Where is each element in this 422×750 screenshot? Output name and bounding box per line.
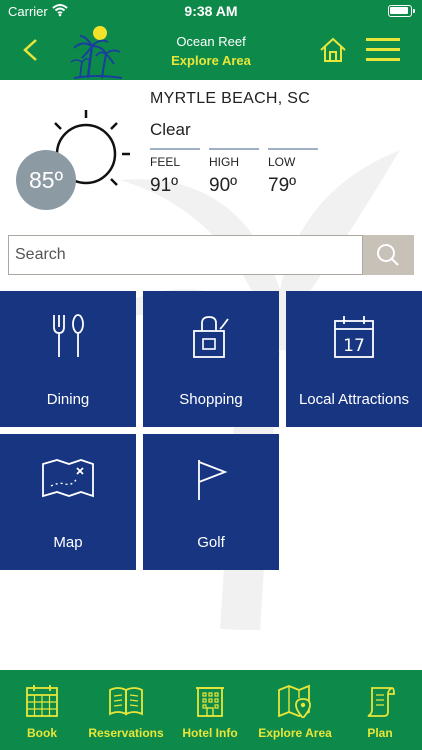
header-subtitle: Ocean Reef bbox=[176, 34, 246, 49]
tile-label: Golf bbox=[197, 534, 225, 551]
home-icon[interactable] bbox=[318, 36, 348, 69]
tile-dining[interactable]: Dining bbox=[0, 291, 136, 427]
tile-map[interactable]: Map bbox=[0, 434, 136, 570]
treasure-map-icon bbox=[0, 456, 136, 507]
tab-label: Book bbox=[27, 726, 57, 740]
tab-book[interactable]: Book bbox=[0, 670, 84, 750]
search-input[interactable] bbox=[9, 236, 362, 274]
fork-knife-icon bbox=[0, 313, 136, 364]
scroll-icon bbox=[338, 684, 422, 723]
calendar-grid-icon bbox=[0, 684, 84, 723]
tile-label: Local Attractions bbox=[298, 391, 410, 408]
feel-value: 91º bbox=[150, 175, 179, 196]
feel-label: FEEL bbox=[150, 155, 181, 169]
bottom-tab-bar: Book Reservations Hotel Info Explore Are… bbox=[0, 670, 422, 750]
tab-reservations[interactable]: Reservations bbox=[84, 670, 168, 750]
nav-bar: Ocean Reef Explore Area bbox=[0, 22, 422, 80]
tile-shopping[interactable]: Shopping bbox=[143, 291, 279, 427]
map-pin-icon bbox=[253, 684, 337, 723]
tile-local-attractions[interactable]: 17 Local Attractions bbox=[286, 291, 422, 427]
back-arrow-icon[interactable] bbox=[18, 36, 42, 69]
open-book-icon bbox=[84, 684, 168, 723]
tab-explore-area[interactable]: Explore Area bbox=[253, 670, 337, 750]
tab-plan[interactable]: Plan bbox=[338, 670, 422, 750]
tab-label: Reservations bbox=[88, 726, 164, 740]
battery-icon bbox=[388, 5, 415, 17]
hotel-building-icon bbox=[168, 684, 252, 723]
low-label: LOW bbox=[268, 155, 296, 169]
low-stat: LOW 79º bbox=[268, 148, 318, 197]
tile-label: Map bbox=[53, 534, 83, 551]
high-stat: HIGH 90º bbox=[209, 148, 259, 197]
current-temperature: 85º bbox=[16, 150, 76, 210]
weather-location: MYRTLE BEACH, SC bbox=[150, 90, 311, 107]
search-field-container bbox=[8, 235, 363, 275]
high-value: 90º bbox=[209, 175, 238, 196]
low-value: 79º bbox=[268, 175, 297, 196]
high-label: HIGH bbox=[209, 155, 239, 169]
shopping-bag-icon bbox=[143, 313, 279, 364]
tile-label: Shopping bbox=[179, 391, 243, 408]
tab-label: Hotel Info bbox=[182, 726, 238, 740]
status-bar: Carrier 9:38 AM bbox=[0, 0, 422, 22]
tile-label: Dining bbox=[46, 391, 90, 408]
tab-label: Plan bbox=[367, 726, 393, 740]
page-title: Explore Area bbox=[171, 53, 251, 68]
feel-stat: FEEL 91º bbox=[150, 148, 200, 197]
tile-golf[interactable]: Golf bbox=[143, 434, 279, 570]
palm-tree-logo bbox=[66, 24, 126, 85]
weather-condition: Clear bbox=[150, 120, 191, 139]
golf-flag-icon bbox=[143, 456, 279, 507]
tab-label: Explore Area bbox=[258, 726, 332, 740]
clock-time: 9:38 AM bbox=[184, 3, 238, 19]
hamburger-menu-icon[interactable] bbox=[366, 38, 400, 64]
search-button[interactable] bbox=[363, 235, 414, 275]
search-icon bbox=[377, 244, 399, 266]
tab-hotel-info[interactable]: Hotel Info bbox=[168, 670, 252, 750]
svg-text:17: 17 bbox=[343, 336, 365, 356]
calendar-icon: 17 bbox=[286, 313, 422, 364]
